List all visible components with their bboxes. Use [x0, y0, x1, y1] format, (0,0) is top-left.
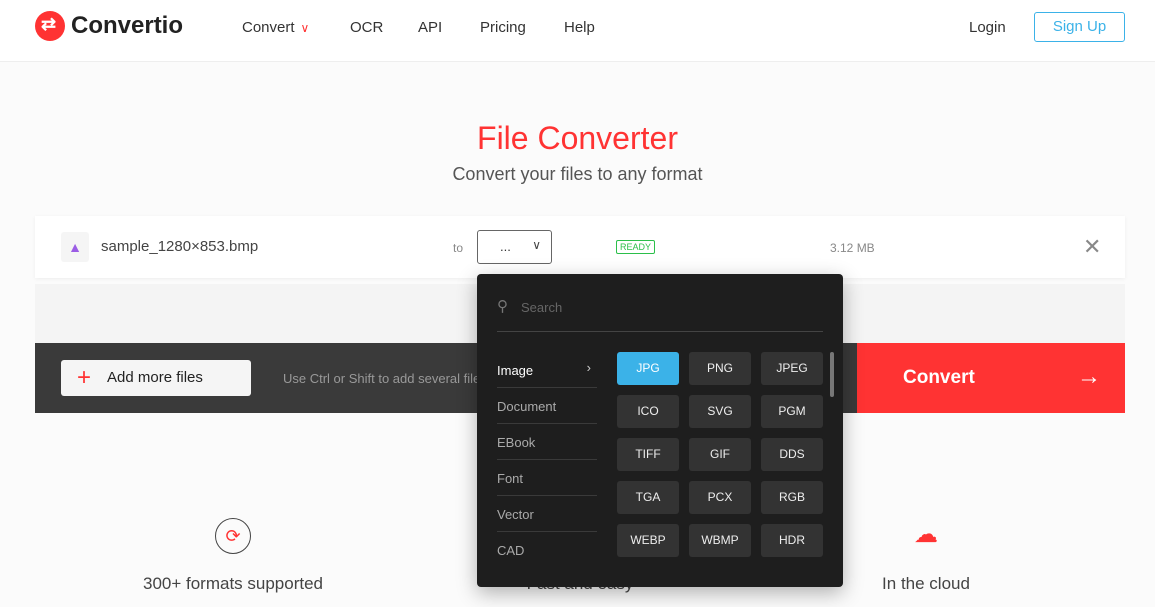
file-row: ▲ sample_1280×853.bmp to ... ∨ READY 3.12…: [35, 216, 1125, 278]
format-option-png[interactable]: PNG: [689, 352, 751, 385]
format-grid: JPG PNG JPEG ICO SVG PGM TIFF GIF DDS TGA PCX RGB WE…: [617, 352, 823, 557]
format-option-pgm[interactable]: PGM: [761, 395, 823, 428]
format-option-ico[interactable]: ICO: [617, 395, 679, 428]
status-badge: READY: [616, 240, 656, 254]
format-option-wbmp[interactable]: WBMP: [689, 524, 751, 557]
arrow-right-icon: →: [1077, 363, 1101, 390]
logo-icon: [35, 11, 65, 41]
cloud-upload-icon: ☁: [914, 521, 938, 548]
search-input[interactable]: ⚲ Search: [497, 296, 823, 332]
format-option-jpeg[interactable]: JPEG: [761, 352, 823, 385]
category-document[interactable]: Document: [497, 388, 597, 424]
format-option-rgb[interactable]: RGB: [761, 481, 823, 514]
format-dropdown: ⚲ Search Image › Document EBook Font Vecto…: [477, 274, 843, 587]
category-ebook[interactable]: EBook: [497, 424, 597, 460]
format-select[interactable]: ... ∨: [477, 230, 552, 264]
chevron-down-icon: ∨: [532, 238, 541, 252]
feature-formats: ⟳ 300+ formats supported: [113, 518, 353, 594]
format-option-webp[interactable]: WEBP: [617, 524, 679, 557]
nav-convert[interactable]: Convert ∨: [242, 19, 309, 36]
category-image[interactable]: Image ›: [497, 352, 597, 388]
file-size: 3.12 MB: [830, 241, 875, 255]
convert-button[interactable]: Convert →: [857, 343, 1125, 413]
file-name: sample_1280×853.bmp: [101, 238, 259, 255]
format-option-tiff[interactable]: TIFF: [617, 438, 679, 471]
close-icon[interactable]: ✕: [1083, 234, 1101, 260]
category-list: Image › Document EBook Font Vector CAD: [497, 352, 597, 568]
add-more-files-button[interactable]: + Add more files: [61, 360, 251, 396]
format-option-dds[interactable]: DDS: [761, 438, 823, 471]
logo[interactable]: Convertio: [35, 11, 183, 41]
plus-icon: +: [77, 364, 92, 391]
login-link[interactable]: Login: [969, 19, 1006, 36]
chevron-right-icon: ›: [586, 360, 591, 375]
nav-api[interactable]: API: [418, 19, 442, 36]
signup-button[interactable]: Sign Up: [1034, 12, 1125, 42]
refresh-icon: ⟳: [215, 518, 251, 554]
category-vector[interactable]: Vector: [497, 496, 597, 532]
category-cad[interactable]: CAD: [497, 532, 597, 568]
nav-ocr[interactable]: OCR: [350, 19, 383, 36]
format-option-gif[interactable]: GIF: [689, 438, 751, 471]
chevron-down-icon: ∨: [300, 21, 310, 35]
format-option-tga[interactable]: TGA: [617, 481, 679, 514]
to-label: to: [453, 241, 464, 255]
format-option-pcx[interactable]: PCX: [689, 481, 751, 514]
brand-name: Convertio: [71, 12, 184, 39]
format-option-svg[interactable]: SVG: [689, 395, 751, 428]
nav-pricing[interactable]: Pricing: [480, 19, 526, 36]
page-title: File Converter: [477, 120, 678, 156]
format-option-jpg[interactable]: JPG: [617, 352, 679, 385]
category-font[interactable]: Font: [497, 460, 597, 496]
nav-help[interactable]: Help: [564, 19, 595, 36]
search-icon: ⚲: [497, 298, 508, 315]
format-option-hdr[interactable]: HDR: [761, 524, 823, 557]
image-file-icon: ▲: [61, 232, 89, 262]
page-subtitle: Convert your files to any format: [452, 164, 703, 184]
header: Convertio Convert∨ OCR API Pricing Help …: [0, 0, 1155, 62]
scrollbar[interactable]: [830, 352, 834, 397]
